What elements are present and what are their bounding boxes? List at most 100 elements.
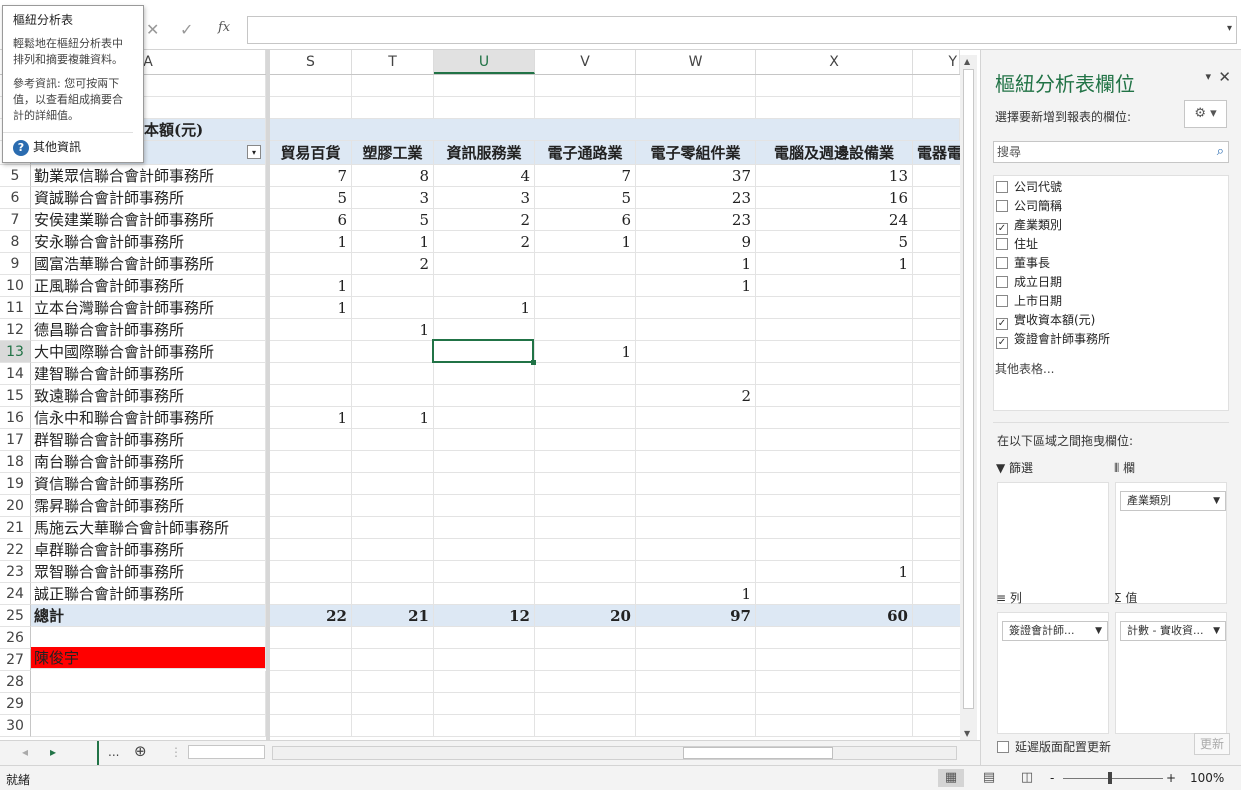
value-cell[interactable] <box>434 363 535 385</box>
category-header[interactable]: 電腦及週邊設備業 <box>756 141 913 165</box>
value-cell[interactable]: 1 <box>535 341 636 363</box>
value-cell[interactable]: 1 <box>434 297 535 319</box>
grand-total-cell[interactable]: 21 <box>352 605 434 627</box>
value-cell[interactable]: 2 <box>434 231 535 253</box>
empty-cell[interactable] <box>636 97 756 119</box>
value-cell[interactable] <box>434 319 535 341</box>
value-cell[interactable] <box>434 583 535 605</box>
empty-cell[interactable] <box>270 649 352 671</box>
value-cell[interactable]: 4 <box>434 165 535 187</box>
row-header[interactable]: 10 <box>0 275 31 297</box>
column-header-u[interactable]: U <box>434 50 535 74</box>
value-cell[interactable] <box>434 473 535 495</box>
value-cell[interactable] <box>434 451 535 473</box>
empty-cell[interactable] <box>913 649 960 671</box>
insert-function-icon[interactable]: fx <box>218 20 230 35</box>
empty-cell[interactable] <box>352 627 434 649</box>
value-cell[interactable] <box>352 561 434 583</box>
fill-handle[interactable] <box>531 360 536 365</box>
row-header[interactable]: 27 <box>0 649 31 671</box>
value-cell[interactable] <box>756 341 913 363</box>
empty-cell[interactable] <box>434 649 535 671</box>
value-cell[interactable]: 5 <box>756 231 913 253</box>
row-header[interactable]: 15 <box>0 385 31 407</box>
filter-dropdown-icon[interactable]: ▾ <box>247 145 261 159</box>
value-cell[interactable] <box>434 495 535 517</box>
value-cell[interactable]: 2 <box>636 385 756 407</box>
field-item[interactable]: 住址 <box>996 235 1038 254</box>
value-cell[interactable] <box>434 539 535 561</box>
value-cell[interactable] <box>352 297 434 319</box>
value-cell[interactable] <box>270 517 352 539</box>
value-cell[interactable] <box>535 363 636 385</box>
value-cell[interactable]: 3 <box>352 187 434 209</box>
value-cell[interactable] <box>636 473 756 495</box>
prev-sheet-icon[interactable]: ◂ <box>22 745 28 759</box>
value-cell[interactable]: 1 <box>352 319 434 341</box>
pane-options-icon[interactable]: ▾ <box>1205 70 1211 83</box>
value-cell[interactable] <box>352 363 434 385</box>
column-header-v[interactable]: V <box>535 50 636 74</box>
value-cell[interactable] <box>756 407 913 429</box>
value-cell[interactable] <box>535 275 636 297</box>
value-cell[interactable] <box>913 583 960 605</box>
value-cell[interactable]: 6 <box>270 209 352 231</box>
horizontal-scroll-thumb[interactable] <box>683 747 833 759</box>
row-header[interactable]: 7 <box>0 209 31 231</box>
empty-cell[interactable] <box>434 75 535 97</box>
value-cell[interactable] <box>913 539 960 561</box>
value-cell[interactable] <box>270 363 352 385</box>
firm-label-cell[interactable]: 勤業眾信聯合會計師事務所 <box>31 165 266 187</box>
value-cell[interactable] <box>535 561 636 583</box>
firm-label-cell[interactable]: 眾智聯合會計師事務所 <box>31 561 266 583</box>
field-item[interactable]: ✓ 產業類別 <box>996 216 1062 235</box>
value-cell[interactable]: 2 <box>352 253 434 275</box>
values-field-chip[interactable]: 計數 - 實收資... ▼ <box>1120 621 1226 641</box>
tooltip-more-info-link[interactable]: ? 其他資訊 <box>3 132 133 156</box>
grand-total-label[interactable]: 總計 <box>31 605 266 627</box>
value-cell[interactable] <box>352 341 434 363</box>
name-cell-red[interactable]: 陳俊宇 <box>31 647 266 669</box>
close-icon[interactable]: ✕ <box>1218 68 1231 86</box>
value-cell[interactable] <box>636 451 756 473</box>
value-cell[interactable] <box>756 583 913 605</box>
firm-label-cell[interactable]: 大中國際聯合會計師事務所 <box>31 341 266 363</box>
search-icon[interactable]: ⌕ <box>1217 142 1224 162</box>
value-cell[interactable]: 1 <box>270 297 352 319</box>
empty-cell[interactable] <box>913 627 960 649</box>
value-cell[interactable]: 1 <box>270 275 352 297</box>
value-cell[interactable] <box>636 407 756 429</box>
value-cell[interactable] <box>913 319 960 341</box>
checkbox[interactable] <box>996 257 1008 269</box>
empty-cell[interactable] <box>434 671 535 693</box>
value-cell[interactable] <box>756 385 913 407</box>
empty-cell[interactable] <box>913 671 960 693</box>
row-header[interactable]: 21 <box>0 517 31 539</box>
filter-area[interactable]: ▼ 篩選 <box>996 461 1109 604</box>
value-cell[interactable] <box>913 253 960 275</box>
row-header[interactable]: 30 <box>0 715 31 737</box>
value-cell[interactable] <box>535 429 636 451</box>
horizontal-scrollbar[interactable] <box>272 746 957 760</box>
empty-cell[interactable] <box>352 97 434 119</box>
sheet-tab-edge[interactable] <box>97 741 101 765</box>
firm-label-cell[interactable]: 正風聯合會計師事務所 <box>31 275 266 297</box>
value-cell[interactable] <box>270 451 352 473</box>
empty-cell[interactable] <box>636 671 756 693</box>
checked-checkbox[interactable]: ✓ <box>996 318 1008 330</box>
firm-label-cell[interactable]: 致遠聯合會計師事務所 <box>31 385 266 407</box>
empty-cell[interactable] <box>756 649 913 671</box>
firm-label-cell[interactable]: 德昌聯合會計師事務所 <box>31 319 266 341</box>
value-cell[interactable] <box>636 341 756 363</box>
value-cell[interactable] <box>270 539 352 561</box>
empty-cell[interactable] <box>270 627 352 649</box>
value-cell[interactable] <box>913 275 960 297</box>
empty-cell[interactable] <box>535 97 636 119</box>
value-cell[interactable]: 1 <box>270 231 352 253</box>
grand-total-cell[interactable]: 20 <box>535 605 636 627</box>
empty-cell[interactable] <box>31 715 266 737</box>
empty-cell[interactable] <box>913 75 960 97</box>
value-cell[interactable] <box>352 473 434 495</box>
empty-cell[interactable] <box>636 649 756 671</box>
checkbox[interactable] <box>996 200 1008 212</box>
